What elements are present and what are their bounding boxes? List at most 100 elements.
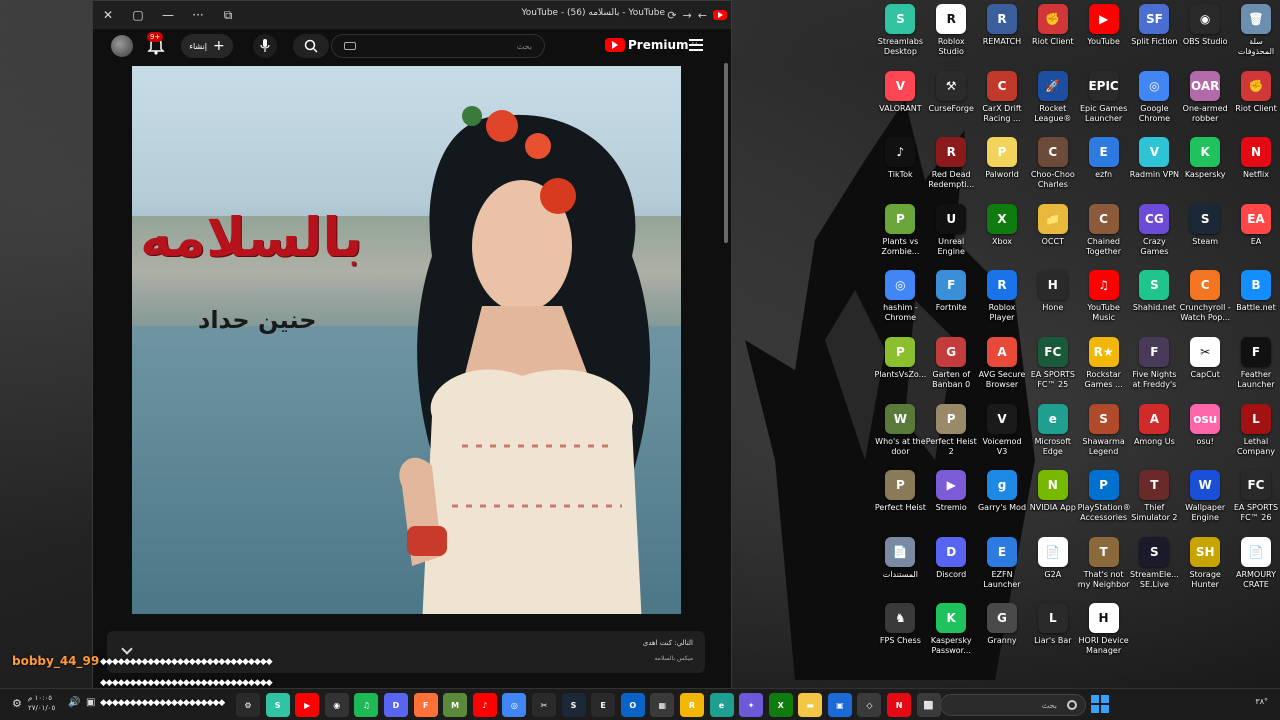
desktop-icon[interactable]: L Liar's Bar xyxy=(1027,603,1078,670)
netflix-taskbar-icon[interactable]: N xyxy=(887,693,912,717)
clock[interactable]: ١٠:٠٥ م ٢٧/٠١/٠٥ xyxy=(28,693,55,713)
desktop-icon[interactable]: osu osu! xyxy=(1180,403,1231,471)
desktop-icon[interactable]: OAR One-armed robber xyxy=(1180,70,1231,138)
copilot-icon[interactable]: ✦ xyxy=(739,693,764,717)
desktop-icon[interactable]: N NVIDIA App xyxy=(1027,470,1078,537)
page-scrollbar[interactable] xyxy=(723,33,729,683)
youtube-premium-logo[interactable]: Premium SA xyxy=(605,38,698,52)
desktop-icon[interactable]: ◉ OBS Studio xyxy=(1180,4,1231,71)
keyboard-icon[interactable] xyxy=(344,42,356,50)
desktop-icon[interactable]: S StreamEle... SE.Live xyxy=(1129,536,1180,604)
desktop-icon[interactable]: R Roblox Studio xyxy=(926,4,977,71)
desktop-icon[interactable]: A Among Us xyxy=(1129,403,1180,471)
desktop-icon[interactable]: P Perfect Heist xyxy=(875,470,926,537)
desktop-icon[interactable]: W Who's at the door xyxy=(875,403,926,471)
chevron-down-icon[interactable] xyxy=(121,643,133,655)
desktop-icon[interactable]: e Microsoft Edge xyxy=(1027,403,1078,471)
close-button[interactable]: ✕ xyxy=(93,1,123,29)
voice-search-button[interactable] xyxy=(253,34,277,58)
desktop-icon[interactable]: D Discord xyxy=(926,536,977,604)
file-explorer-icon[interactable]: ▬ xyxy=(798,693,823,717)
desktop-icon[interactable]: K Kaspersky Passwor... xyxy=(926,603,977,670)
desktop-icon[interactable]: R REMATCH xyxy=(977,4,1028,71)
desktop-icon[interactable]: P Perfect Heist 2 xyxy=(926,403,977,471)
rockstar-taskbar-icon[interactable]: R xyxy=(679,693,704,717)
desktop-icon[interactable]: R★ Rockstar Games ... xyxy=(1078,336,1129,404)
video-player[interactable]: بالسلامه حنين حداد xyxy=(132,66,681,614)
desktop-icon[interactable]: N Netflix xyxy=(1231,137,1280,204)
create-button[interactable]: إنشاء + xyxy=(181,34,233,58)
desktop-icon[interactable]: ✂ CapCut xyxy=(1180,336,1231,404)
spotify-icon[interactable]: ♫ xyxy=(354,693,379,717)
desktop-icon[interactable]: 📁 OCCT xyxy=(1027,203,1078,271)
desktop-icon[interactable]: P PlantsVsZo... xyxy=(874,336,926,404)
desktop-icon[interactable]: P PlayStation® Accessories xyxy=(1078,470,1130,537)
desktop-icon[interactable]: 📄 G2A xyxy=(1027,536,1078,604)
desktop-icon[interactable]: C Choo-Choo Charles xyxy=(1027,137,1078,204)
desktop-icon[interactable]: S Streamlabs Desktop xyxy=(875,4,926,71)
desktop-icon[interactable]: EPIC Epic Games Launcher xyxy=(1078,70,1129,138)
desktop-icon[interactable]: S Shahid.net xyxy=(1129,270,1180,337)
desktop-icon[interactable]: 🗑 سلة المحذوفات xyxy=(1231,4,1280,71)
desktop-icon[interactable]: ♫ YouTube Music xyxy=(1078,270,1129,337)
desktop-icon[interactable]: Eezfn xyxy=(1078,137,1129,204)
desktop-icon[interactable]: 🚀 Rocket League® xyxy=(1027,70,1078,138)
photos-icon[interactable]: ▣ xyxy=(827,693,852,717)
edge-taskbar-icon[interactable]: e xyxy=(709,693,734,717)
maximize-button[interactable]: ▢ xyxy=(123,1,153,29)
desktop-icon[interactable]: CG Crazy Games xyxy=(1129,203,1180,271)
desktop-icon[interactable]: FFive Nights at Freddy's Int... xyxy=(1129,336,1180,404)
desktop-icon[interactable]: H Hone xyxy=(1027,270,1078,337)
desktop-icon[interactable]: SF Split Fiction xyxy=(1129,4,1180,71)
desktop-icon[interactable]: G Garten of Banban 0 xyxy=(926,336,977,404)
desktop-icon[interactable]: ♪ TikTok xyxy=(875,137,926,204)
chrome-taskbar-icon[interactable]: ◎ xyxy=(502,693,527,717)
network-icon[interactable]: ▣ xyxy=(86,697,95,708)
desktop-icon[interactable]: C Chained Together xyxy=(1078,203,1129,271)
more-options-button[interactable]: ··· xyxy=(183,1,213,29)
xbox-taskbar-icon[interactable]: X xyxy=(768,693,793,717)
desktop-icon[interactable]: 📄 ARMOURY CRATE xyxy=(1231,536,1280,604)
desktop-icon[interactable]: ♞ FPS Chess xyxy=(875,603,926,670)
desktop-icon[interactable]: ⚒ CurseForge xyxy=(926,70,977,138)
unity-icon[interactable]: ◇ xyxy=(857,693,882,717)
desktop-icon[interactable]: P Palworld xyxy=(977,137,1028,204)
desktop-icon[interactable]: R Red Dead Redempti... xyxy=(926,137,977,204)
windows-start-icon[interactable] xyxy=(1091,695,1109,713)
forward-icon[interactable]: → xyxy=(683,9,692,22)
desktop-icon[interactable]: ▶ Stremio xyxy=(926,470,977,537)
desktop-icon[interactable]: FC EA SPORTS FC™ 25 xyxy=(1027,336,1078,404)
desktop-icon[interactable]: F Fortnite xyxy=(926,270,977,337)
epic-taskbar-icon[interactable]: E xyxy=(591,693,616,717)
desktop-icon[interactable]: V Radmin VPN xyxy=(1129,137,1180,204)
desktop-icon[interactable]: C Crunchyroll - Watch Pop... xyxy=(1180,270,1231,337)
chatgpt-icon[interactable]: ⚙ xyxy=(236,693,260,717)
weather-widget[interactable]: ٣٨° xyxy=(1255,697,1268,706)
obs-taskbar-icon[interactable]: ◉ xyxy=(324,693,349,717)
account-avatar[interactable] xyxy=(111,35,133,57)
windows-security-icon[interactable]: ⬜ xyxy=(916,693,941,717)
desktop-icon[interactable]: H HORI Device Manager xyxy=(1078,603,1129,670)
desktop-icon[interactable]: SH Storage Hunter xyxy=(1180,536,1231,604)
desktop-icon[interactable]: P Plants vs Zombie... xyxy=(875,203,926,271)
desktop-icon[interactable]: FC EA SPORTS FC™ 26 xyxy=(1231,470,1280,537)
search-button[interactable] xyxy=(293,34,329,58)
back-icon[interactable]: ← xyxy=(698,9,707,22)
search-input[interactable]: بحث xyxy=(331,34,545,58)
desktop-icon[interactable]: K Kaspersky xyxy=(1180,137,1231,204)
discord-taskbar-icon[interactable]: D xyxy=(383,693,408,717)
streamlabs-taskbar-icon[interactable]: S xyxy=(265,693,290,717)
menu-icon[interactable] xyxy=(689,39,703,51)
steam-taskbar-icon[interactable]: S xyxy=(561,693,586,717)
volume-icon[interactable]: 🔊 xyxy=(68,697,80,708)
desktop-icon[interactable]: W Wallpaper Engine xyxy=(1180,470,1231,537)
desktop-icon[interactable]: V Voicemod V3 xyxy=(977,403,1028,471)
desktop-icon[interactable]: U Unreal Engine xyxy=(926,203,977,271)
taskbar-search[interactable]: بحث xyxy=(940,694,1086,716)
desktop-icon[interactable]: T That's not my Neighbor xyxy=(1078,536,1129,604)
minecraft-icon[interactable]: M xyxy=(443,693,468,717)
desktop-icon[interactable]: R Roblox Player xyxy=(977,270,1028,337)
tab-actions-icon[interactable]: ⧉ xyxy=(213,1,243,29)
youtube-taskbar-icon[interactable]: ▶ xyxy=(295,693,320,717)
desktop-icon[interactable]: L Lethal Company xyxy=(1231,403,1280,471)
